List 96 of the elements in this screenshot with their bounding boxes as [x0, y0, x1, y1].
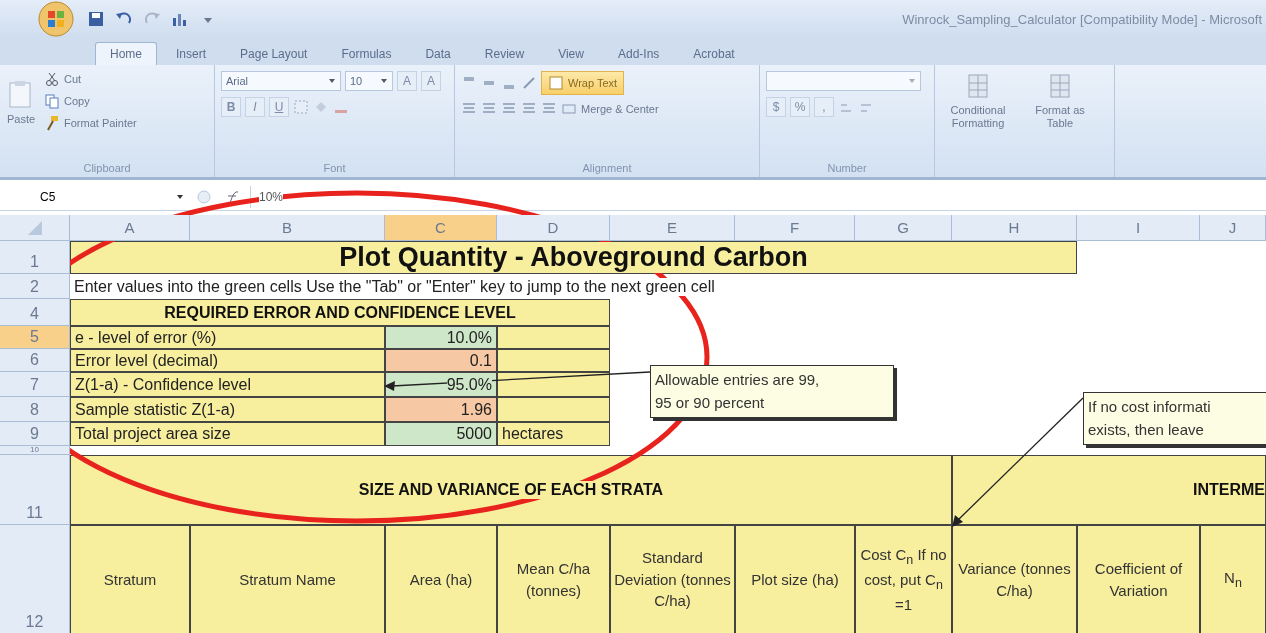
row-header[interactable]: 6 — [0, 349, 70, 372]
value-cell[interactable]: 5000 — [385, 422, 497, 446]
currency-button[interactable]: $ — [766, 97, 786, 117]
title-cell: Plot Quantity - Aboveground Carbon — [70, 241, 1077, 274]
group-heading: SIZE AND VARIANCE OF EACH STRATA — [70, 455, 952, 525]
formula-field[interactable]: 10% — [250, 185, 1266, 208]
column-header[interactable]: E — [610, 215, 735, 241]
copy-icon — [44, 93, 60, 109]
value-cell[interactable]: 10.0% — [385, 326, 497, 349]
font-size-field[interactable]: 10 — [345, 71, 393, 91]
column-heading: Plot size (ha) — [735, 525, 855, 633]
ribbon-tab[interactable]: View — [543, 42, 599, 65]
value-cell[interactable]: 95.0% — [385, 372, 497, 397]
comma-button[interactable]: , — [814, 97, 834, 117]
column-header[interactable]: F — [735, 215, 855, 241]
wrap-text-button[interactable]: Wrap Text — [541, 71, 625, 95]
format-table-button[interactable]: Format as Table — [1023, 71, 1097, 177]
row-header[interactable]: 9 — [0, 422, 70, 446]
label-cell: Sample statistic Z(1-a) — [70, 397, 385, 422]
row-header[interactable]: 4 — [0, 299, 70, 326]
group-heading: INTERME — [952, 455, 1266, 525]
label-cell: Error level (decimal) — [70, 349, 385, 372]
row-header[interactable]: 8 — [0, 397, 70, 422]
italic-button[interactable]: I — [245, 97, 265, 117]
wrap-text-icon — [548, 75, 564, 91]
unit-cell: hectares — [497, 422, 610, 446]
instruction-text: Enter values into the green cells Use the "Tab" or "Enter" key to jump to the next green cell — [74, 277, 715, 296]
label-cell: Z(1-a) - Confidence level — [70, 372, 385, 397]
column-header[interactable]: D — [497, 215, 610, 241]
row-header[interactable]: 12 — [0, 525, 70, 633]
conditional-formatting-button[interactable]: Conditional Formatting — [941, 71, 1015, 177]
underline-button[interactable]: U — [269, 97, 289, 117]
group-label: Number — [826, 162, 868, 176]
label-cell: e - level of error (%) — [70, 326, 385, 349]
column-header[interactable]: C — [385, 215, 497, 241]
scissors-icon — [44, 71, 60, 87]
grow-font-button[interactable]: A — [397, 71, 417, 91]
column-header[interactable]: B — [190, 215, 385, 241]
ribbon-tab[interactable]: Add-Ins — [602, 42, 675, 65]
row-header[interactable]: 7 — [0, 372, 70, 397]
column-heading: Coefficient of Variation — [1077, 525, 1200, 633]
label-cell: Total project area size — [70, 422, 385, 446]
group-label: Clipboard — [82, 162, 132, 176]
comment-note: If no cost informati exists, then leave — [1083, 392, 1266, 445]
column-heading: Stratum — [70, 525, 190, 633]
column-heading: Cost C$_{n}$ If no cost, put C$_{n}$ =1 — [855, 525, 952, 633]
ribbon-tab[interactable]: Formulas — [326, 42, 407, 65]
column-header[interactable]: H — [952, 215, 1077, 241]
select-all-corner[interactable] — [0, 215, 70, 241]
column-header[interactable]: A — [70, 215, 190, 241]
row-header[interactable]: 5 — [0, 326, 70, 349]
column-heading: N$_{n}$ — [1200, 525, 1266, 633]
save-icon[interactable] — [86, 10, 106, 28]
column-heading: Variance (tonnes C/ha) — [952, 525, 1077, 633]
ribbon-tab[interactable]: Home — [95, 42, 157, 65]
percent-button[interactable]: % — [790, 97, 810, 117]
borders-icon[interactable] — [293, 99, 309, 115]
column-header[interactable]: J — [1200, 215, 1266, 241]
section-heading: REQUIRED ERROR AND CONFIDENCE LEVEL — [70, 299, 610, 326]
column-heading: Mean C/ha (tonnes) — [497, 525, 610, 633]
bold-button[interactable]: B — [221, 97, 241, 117]
comment-note: Allowable entries are 99, 95 or 90 percent — [650, 365, 894, 418]
table-icon — [1047, 71, 1073, 101]
window-title: Winrock_Sampling_Calculator [Compatibility Mode] - Microsoft — [902, 11, 1263, 27]
value-cell[interactable]: 1.96 — [385, 397, 497, 422]
merge-center-button[interactable]: Merge & Center — [561, 101, 659, 117]
ribbon-tab[interactable]: Review — [469, 42, 540, 65]
format-painter-button[interactable]: Format Painter — [44, 115, 137, 131]
shrink-font-button[interactable]: A — [421, 71, 441, 91]
cut-button[interactable]: Cut — [44, 71, 137, 87]
ribbon-tab[interactable]: Insert — [161, 42, 222, 65]
number-format-field[interactable] — [766, 71, 921, 91]
ribbon-tab[interactable]: Page Layout — [225, 42, 323, 65]
copy-button[interactable]: Copy — [44, 93, 137, 109]
table-icon — [965, 71, 991, 101]
column-header[interactable]: G — [855, 215, 952, 241]
ribbon-tab[interactable]: Data — [410, 42, 466, 65]
column-heading: Standard Deviation (tonnes C/ha) — [610, 525, 735, 633]
merge-icon — [561, 101, 577, 117]
name-box[interactable]: C5 — [0, 185, 190, 208]
brush-icon — [44, 115, 60, 131]
column-header[interactable]: I — [1077, 215, 1200, 241]
font-name-field[interactable]: Arial — [221, 71, 341, 91]
ribbon-tab[interactable]: Acrobat — [678, 42, 750, 65]
row-header[interactable]: 2 — [0, 274, 70, 299]
group-label: Font — [322, 162, 347, 176]
orientation-icon[interactable] — [521, 75, 537, 91]
row-header[interactable]: 11 — [0, 455, 70, 525]
value-cell[interactable]: 0.1 — [385, 349, 497, 372]
paste-button[interactable]: Paste — [6, 71, 36, 162]
column-heading: Area (ha) — [385, 525, 497, 633]
row-header[interactable]: 10 — [0, 446, 70, 455]
group-label: Alignment — [581, 162, 633, 176]
row-header[interactable]: 1 — [0, 241, 70, 274]
corner-triangle-icon — [27, 220, 42, 235]
column-heading: Stratum Name — [190, 525, 385, 633]
